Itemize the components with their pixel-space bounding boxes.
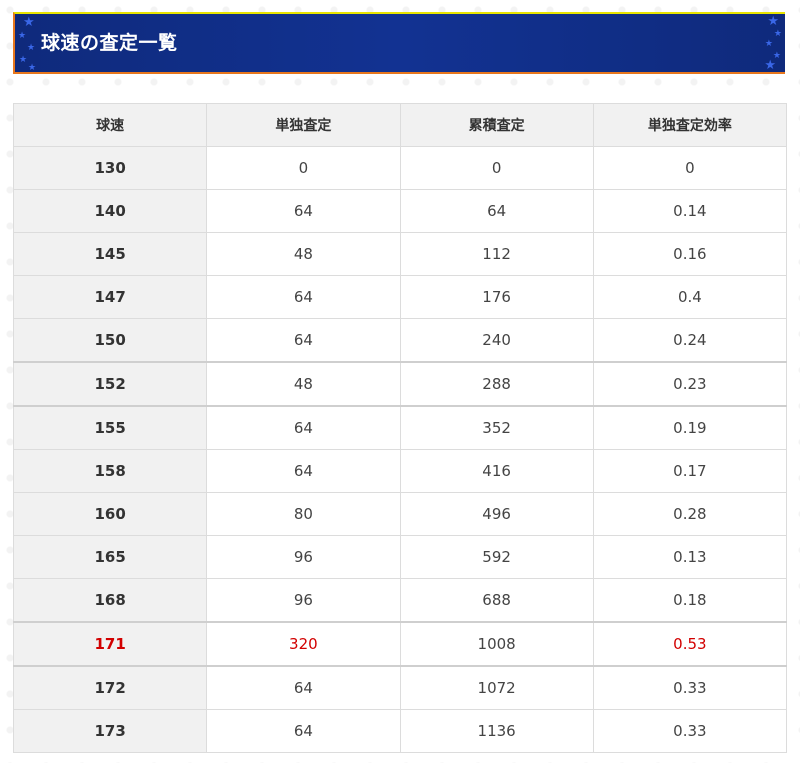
- table-row: 150 64 240 0.24: [12, 318, 788, 363]
- table-row: 165 96 592 0.13: [12, 535, 788, 579]
- single-cell: 64: [206, 449, 401, 493]
- cumulative-cell: 0: [399, 146, 594, 190]
- single-cell: 80: [206, 492, 401, 536]
- speed-cell: 160: [12, 492, 208, 536]
- table-row: 168 96 688 0.18: [12, 578, 788, 623]
- speed-cell: 152: [12, 361, 208, 407]
- single-cell: 64: [206, 665, 401, 710]
- page-title: 球速の査定一覧: [41, 32, 178, 54]
- star-icon: ★: [23, 15, 35, 30]
- speed-assessment-table: 球速 単独査定 累積査定 単独査定効率 130 0 0 0 140 64 64 …: [12, 103, 788, 753]
- single-cell: 0: [206, 146, 401, 190]
- speed-cell: 168: [12, 578, 208, 623]
- star-icon: ★: [18, 31, 27, 41]
- speed-cell: 171: [12, 621, 208, 667]
- efficiency-cell: 0.33: [592, 709, 788, 753]
- efficiency-cell: 0.18: [592, 578, 788, 623]
- speed-cell: 172: [12, 665, 208, 710]
- table-row: 172 64 1072 0.33: [12, 665, 788, 710]
- efficiency-cell: 0.28: [592, 492, 788, 536]
- single-cell: 320: [206, 621, 401, 667]
- single-cell: 64: [206, 405, 401, 450]
- star-icon: ★: [764, 58, 776, 73]
- column-header-cumulative: 累積査定: [399, 103, 594, 147]
- column-header-single: 単独査定: [206, 103, 401, 147]
- single-cell: 64: [206, 189, 401, 233]
- single-cell: 64: [206, 318, 401, 363]
- speed-cell: 173: [12, 709, 208, 753]
- speed-cell: 150: [12, 318, 208, 363]
- efficiency-cell: 0.24: [592, 318, 788, 363]
- single-cell: 48: [206, 232, 401, 276]
- star-icon: ★: [767, 14, 779, 29]
- table-row: 145 48 112 0.16: [12, 232, 788, 276]
- efficiency-cell: 0.19: [592, 405, 788, 450]
- single-cell: 64: [206, 275, 401, 319]
- speed-cell: 155: [12, 405, 208, 450]
- cumulative-cell: 288: [399, 361, 594, 407]
- table-row-highlighted: 171 320 1008 0.53: [12, 621, 788, 667]
- efficiency-cell: 0.13: [592, 535, 788, 579]
- cumulative-cell: 1136: [399, 709, 594, 753]
- efficiency-cell: 0: [592, 146, 788, 190]
- cumulative-cell: 592: [399, 535, 594, 579]
- speed-cell: 147: [12, 275, 208, 319]
- cumulative-cell: 688: [399, 578, 594, 623]
- table-row: 155 64 352 0.19: [12, 405, 788, 450]
- table-row: 158 64 416 0.17: [12, 449, 788, 493]
- table-row: 130 0 0 0: [12, 146, 788, 190]
- table-header-row: 球速 単独査定 累積査定 単独査定効率: [12, 103, 788, 147]
- speed-cell: 165: [12, 535, 208, 579]
- star-decoration-right: ★ ★ ★ ★ ★: [759, 14, 785, 73]
- table-row: 173 64 1136 0.33: [12, 709, 788, 753]
- cumulative-cell: 176: [399, 275, 594, 319]
- efficiency-cell: 0.33: [592, 665, 788, 710]
- cumulative-cell: 352: [399, 405, 594, 450]
- cumulative-cell: 112: [399, 232, 594, 276]
- star-icon: ★: [28, 63, 37, 73]
- efficiency-cell: 0.53: [592, 621, 788, 667]
- single-cell: 96: [206, 535, 401, 579]
- single-cell: 64: [206, 709, 401, 753]
- table-row: 140 64 64 0.14: [12, 189, 788, 233]
- cumulative-cell: 64: [399, 189, 594, 233]
- speed-cell: 130: [12, 146, 208, 190]
- table-row: 160 80 496 0.28: [12, 492, 788, 536]
- column-header-speed: 球速: [12, 103, 208, 147]
- speed-cell: 140: [12, 189, 208, 233]
- cumulative-cell: 496: [399, 492, 594, 536]
- cumulative-cell: 1008: [399, 621, 594, 667]
- column-header-efficiency: 単独査定効率: [592, 103, 788, 147]
- cumulative-cell: 1072: [399, 665, 594, 710]
- section-header: ★ ★ ★ ★ ★ 球速の査定一覧 ★ ★ ★ ★ ★: [13, 12, 785, 74]
- efficiency-cell: 0.4: [592, 275, 788, 319]
- star-icon: ★: [764, 39, 773, 49]
- efficiency-cell: 0.14: [592, 189, 788, 233]
- table-row: 152 48 288 0.23: [12, 361, 788, 407]
- single-cell: 48: [206, 361, 401, 407]
- speed-cell: 145: [12, 232, 208, 276]
- star-icon: ★: [773, 29, 782, 39]
- cumulative-cell: 416: [399, 449, 594, 493]
- single-cell: 96: [206, 578, 401, 623]
- star-icon: ★: [19, 55, 28, 65]
- efficiency-cell: 0.16: [592, 232, 788, 276]
- efficiency-cell: 0.17: [592, 449, 788, 493]
- efficiency-cell: 0.23: [592, 361, 788, 407]
- speed-cell: 158: [12, 449, 208, 493]
- star-decoration-left: ★ ★ ★ ★ ★: [15, 14, 41, 73]
- cumulative-cell: 240: [399, 318, 594, 363]
- table-row: 147 64 176 0.4: [12, 275, 788, 319]
- star-icon: ★: [27, 43, 36, 53]
